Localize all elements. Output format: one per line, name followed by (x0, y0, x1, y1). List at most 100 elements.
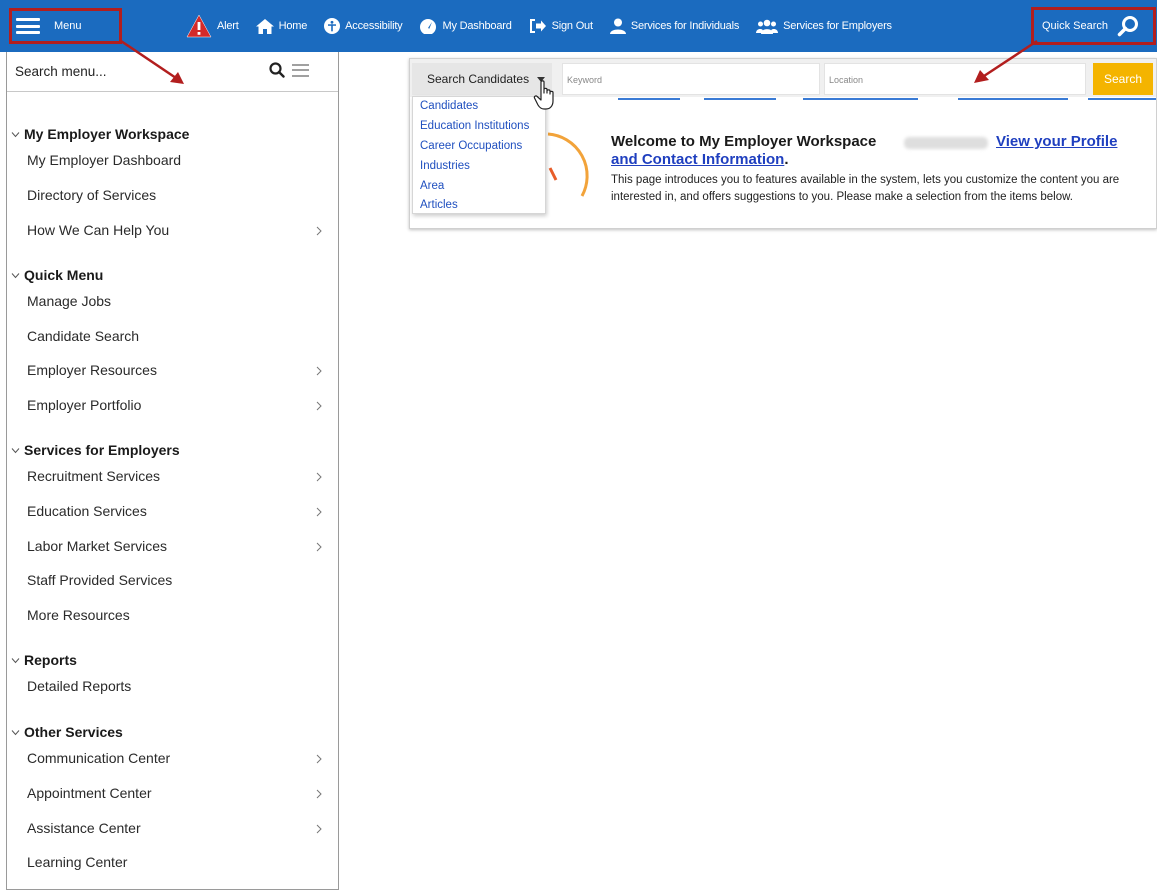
sidebar-item-more-resources[interactable]: More Resources (27, 607, 323, 623)
menu-label: Menu (54, 20, 82, 32)
nav-services-employers[interactable]: Services for Employers (756, 19, 892, 34)
section-services-for-employers[interactable]: Services for Employers (11, 442, 180, 458)
search-icon[interactable] (269, 62, 285, 78)
chevron-down-icon (11, 729, 20, 735)
sidebar-item-recruitment-services[interactable]: Recruitment Services (27, 468, 323, 484)
sidebar-item-label: Communication Center (27, 750, 171, 766)
sidebar-item-detailed-reports[interactable]: Detailed Reports (27, 678, 323, 694)
search-type-dropdown: Candidates Education Institutions Career… (412, 96, 546, 214)
sidebar-item-label: Staff Provided Services (27, 572, 173, 588)
nav-alert[interactable]: Alert (186, 14, 239, 38)
sidebar-item-education-services[interactable]: Education Services (27, 503, 323, 519)
dropdown-option[interactable]: Articles (420, 199, 458, 211)
chevron-down-icon (11, 272, 20, 278)
section-title: Reports (24, 652, 77, 668)
sidebar-search-icons (269, 62, 309, 78)
sidebar-item-label: More Resources (27, 607, 130, 623)
chevron-right-icon (316, 824, 322, 834)
sidebar-menu: Search menu... My Employer Workspace My … (6, 52, 339, 890)
nav-sign-out[interactable]: Sign Out (529, 19, 593, 33)
sidebar-item-staff-provided-services[interactable]: Staff Provided Services (27, 572, 323, 588)
home-icon (255, 18, 274, 34)
search-type-label: Search Candidates (427, 72, 530, 86)
section-title: Quick Menu (24, 267, 104, 283)
person-icon (609, 18, 626, 34)
sidebar-item-communication-center[interactable]: Communication Center (27, 750, 323, 766)
welcome-description: This page introduces you to features ava… (611, 174, 1120, 203)
period: . (784, 151, 789, 168)
profile-link-continued: and Contact Information. (611, 151, 789, 168)
search-icon (1117, 16, 1139, 37)
sidebar-item-how-we-can-help-you[interactable]: How We Can Help You (27, 222, 323, 238)
sidebar-item-label: How We Can Help You (27, 222, 170, 238)
nav-label: My Dashboard (442, 20, 512, 32)
sidebar-search: Search menu... (7, 52, 338, 92)
sidebar-item-my-employer-dashboard[interactable]: My Employer Dashboard (27, 152, 323, 168)
sidebar-item-label: Employer Portfolio (27, 397, 142, 413)
alert-icon (186, 14, 212, 38)
section-title: My Employer Workspace (24, 126, 190, 142)
keyword-input[interactable]: Keyword (562, 63, 820, 95)
sidebar-item-label: Employer Resources (27, 362, 157, 378)
quick-search-bar: Search Candidates Keyword Location Searc… (410, 59, 1156, 97)
menu-search-input[interactable]: Search menu... (15, 64, 107, 79)
nav-label: Services for Employers (783, 20, 892, 32)
profile-link-line2[interactable]: and Contact Information (611, 151, 784, 168)
location-input[interactable]: Location (824, 63, 1086, 95)
top-nav-links: Alert Home Accessibility My Dashboard Si… (186, 0, 909, 52)
profile-link[interactable]: View your Profile (996, 133, 1117, 150)
section-my-employer-workspace[interactable]: My Employer Workspace (11, 126, 189, 142)
chevron-right-icon (316, 789, 322, 799)
chevron-right-icon (316, 507, 322, 517)
nav-home[interactable]: Home (255, 18, 308, 34)
welcome-title: Welcome to My Employer Workspace (611, 133, 877, 150)
sidebar-item-appointment-center[interactable]: Appointment Center (27, 785, 323, 801)
sidebar-item-manage-jobs[interactable]: Manage Jobs (27, 293, 323, 309)
list-toggle-icon[interactable] (292, 63, 309, 77)
section-quick-menu[interactable]: Quick Menu (11, 267, 103, 283)
dropdown-option[interactable]: Career Occupations (420, 140, 522, 152)
section-other-services[interactable]: Other Services (11, 724, 123, 740)
sidebar-item-learning-center[interactable]: Learning Center (27, 854, 323, 870)
chevron-right-icon (316, 366, 322, 376)
search-type-select[interactable]: Search Candidates (412, 63, 552, 95)
group-icon (756, 19, 779, 34)
sidebar-item-employer-resources[interactable]: Employer Resources (27, 362, 323, 378)
sidebar-item-assistance-center[interactable]: Assistance Center (27, 820, 323, 836)
nav-label: Sign Out (551, 20, 593, 32)
dropdown-option[interactable]: Education Institutions (420, 120, 529, 132)
chevron-right-icon (316, 754, 322, 764)
app-root: Menu Alert Home Accessibility My Dashboa… (0, 0, 1157, 890)
nav-label: Accessibility (345, 20, 403, 32)
sidebar-item-label: Manage Jobs (27, 293, 112, 309)
nav-label: Alert (217, 20, 239, 32)
sidebar-item-employer-portfolio[interactable]: Employer Portfolio (27, 397, 323, 413)
sidebar-item-label: My Employer Dashboard (27, 152, 182, 168)
sidebar-item-label: Detailed Reports (27, 678, 132, 694)
dropdown-option[interactable]: Area (420, 180, 444, 192)
chevron-right-icon (316, 542, 322, 552)
nav-services-individuals[interactable]: Services for Individuals (609, 18, 739, 34)
nav-label: Home (278, 20, 308, 32)
menu-button[interactable]: Menu (9, 8, 122, 44)
dropdown-option[interactable]: Industries (420, 160, 470, 172)
section-reports[interactable]: Reports (11, 652, 77, 668)
nav-my-dashboard[interactable]: My Dashboard (419, 18, 512, 34)
dropdown-option[interactable]: Candidates (420, 100, 478, 112)
top-navigation-bar: Menu Alert Home Accessibility My Dashboa… (0, 0, 1157, 52)
sidebar-item-labor-market-services[interactable]: Labor Market Services (27, 538, 323, 554)
sidebar-item-label: Candidate Search (27, 328, 140, 344)
quick-search-button[interactable]: Quick Search (1031, 7, 1156, 45)
section-title: Services for Employers (24, 442, 180, 458)
sidebar-item-label: Learning Center (27, 854, 128, 870)
search-button[interactable]: Search (1093, 63, 1153, 95)
sidebar-item-candidate-search[interactable]: Candidate Search (27, 328, 323, 344)
nav-accessibility[interactable]: Accessibility (324, 18, 403, 34)
chevron-down-icon (11, 131, 20, 137)
sidebar-item-label: Appointment Center (27, 785, 152, 801)
sidebar-item-label: Directory of Services (27, 187, 157, 203)
sidebar-item-label: Recruitment Services (27, 468, 161, 484)
sidebar-item-label: Labor Market Services (27, 538, 168, 554)
tab-underline-strip (618, 98, 1156, 101)
sidebar-item-directory-of-services[interactable]: Directory of Services (27, 187, 323, 203)
